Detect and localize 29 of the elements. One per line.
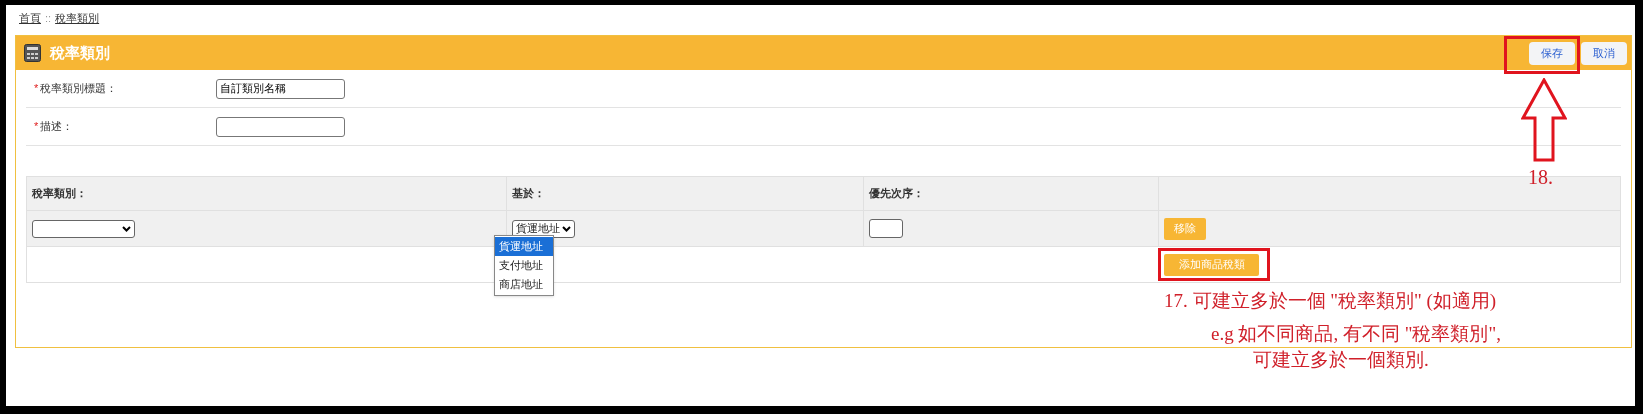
field-label: 描述： — [40, 119, 74, 135]
field-label: 稅率類別標題： — [40, 81, 118, 97]
column-header: 基於： — [512, 186, 545, 202]
annotation-text: 17. 可建立多於一個 "稅率類別" (如適用) — [1164, 289, 1497, 313]
up-arrow-icon — [1521, 78, 1567, 162]
dropdown-option[interactable]: 商店地址 — [495, 275, 553, 294]
required-mark: * — [34, 81, 39, 97]
breadcrumb-link[interactable]: 稅率類別 — [55, 9, 100, 27]
select-field[interactable] — [32, 219, 135, 238]
save-button[interactable]: 保存 — [1529, 41, 1575, 65]
priority-field[interactable] — [869, 219, 903, 238]
panel-title: 稅率類別 — [50, 42, 110, 63]
chevron-down-icon — [562, 225, 571, 232]
annotation-number: 18. — [1528, 165, 1553, 190]
dropdown-option[interactable]: 支付地址 — [495, 256, 553, 275]
breadcrumb-separator: :: — [45, 10, 52, 26]
column-header: 稅率類別： — [32, 186, 87, 202]
text-field[interactable]: 自訂類別名稱 — [216, 78, 345, 99]
breadcrumb-link[interactable]: 首頁 — [19, 9, 41, 27]
annotation-text: e.g 如不同商品, 有不同 "稅率類別", — [1211, 322, 1501, 346]
chevron-down-icon — [122, 225, 131, 232]
dropdown-option[interactable]: 貨運地址 — [495, 237, 553, 256]
calculator-icon — [24, 44, 41, 62]
annotation-text: 可建立多於一個類別. — [1253, 348, 1429, 372]
column-header: 優先次序： — [869, 186, 924, 202]
text-field[interactable] — [216, 116, 345, 137]
cancel-button[interactable]: 取消 — [1581, 41, 1627, 65]
select-field[interactable]: 貨運地址 — [512, 219, 575, 238]
required-mark: * — [34, 119, 39, 135]
